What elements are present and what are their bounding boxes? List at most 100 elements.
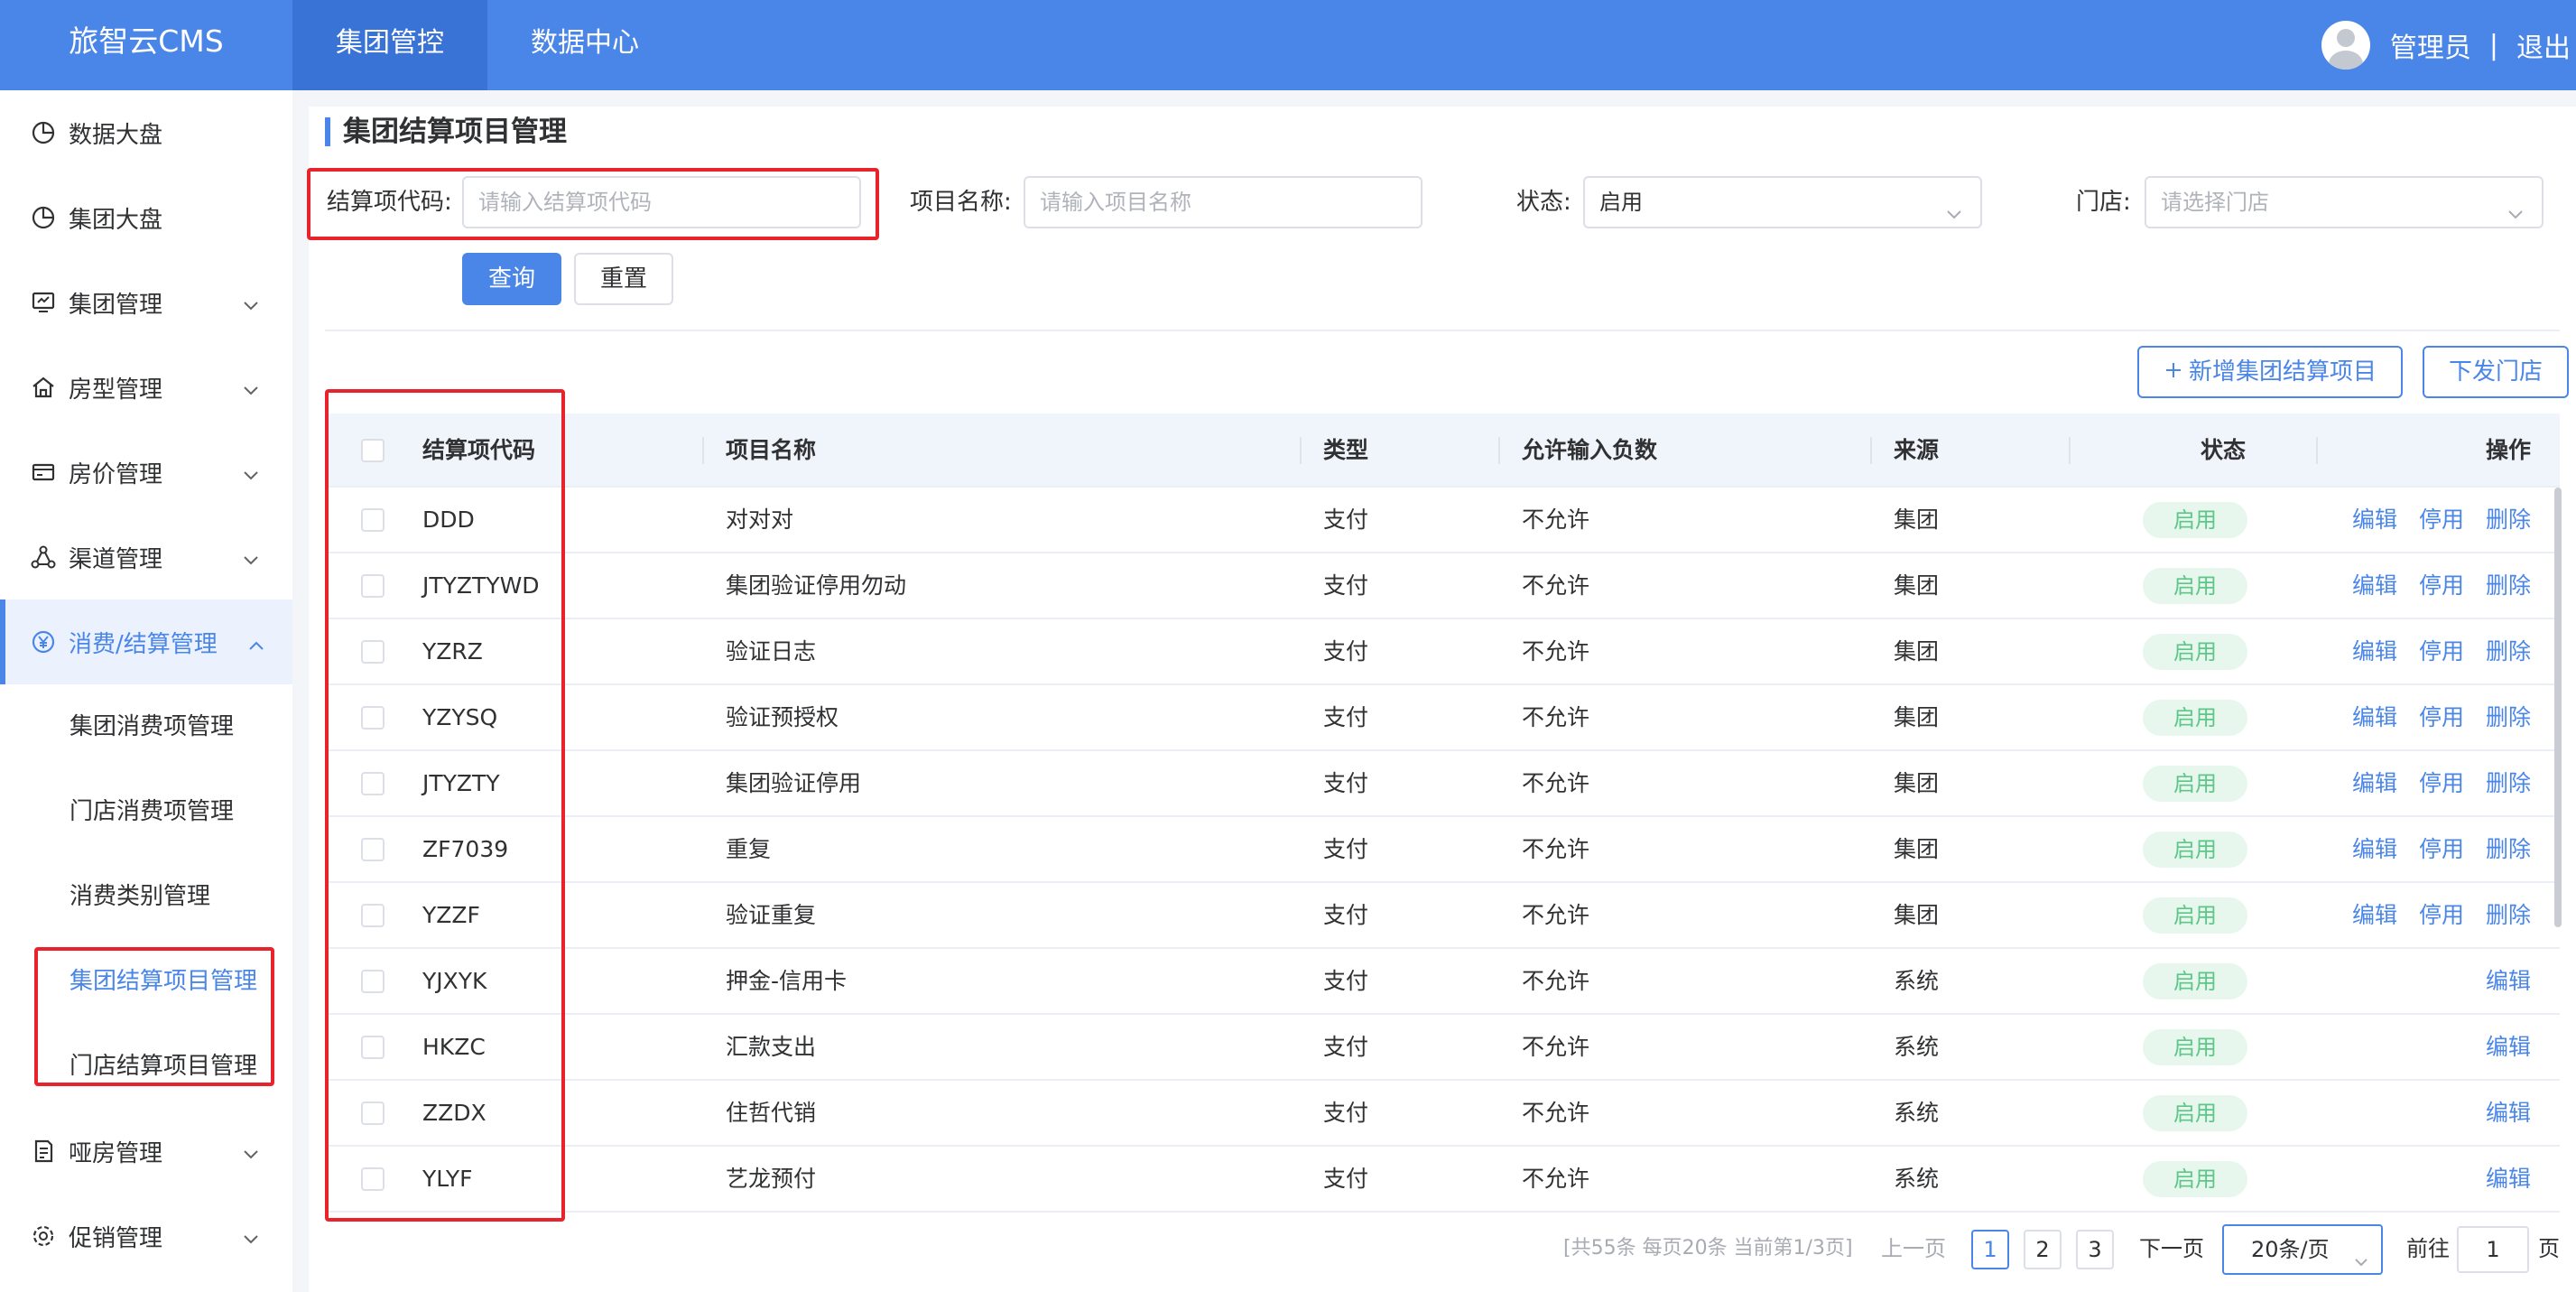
topnav-group-control[interactable]: 集团管控	[292, 0, 487, 90]
table-scrollbar[interactable]	[2554, 488, 2562, 927]
disable-link[interactable]: 停用	[2419, 751, 2464, 815]
chevron-down-icon	[242, 292, 260, 319]
sidebar-item-group-dashboard[interactable]: 集团大盘	[0, 175, 292, 260]
table-row: YJXYK 押金-信用卡 支付 不允许 系统 启用 编辑	[325, 949, 2560, 1015]
sidebar-item-label: 促销管理	[69, 1224, 163, 1252]
add-group-settlement-button[interactable]: 新增集团结算项目	[2137, 346, 2403, 398]
cell-source: 系统	[1894, 1034, 1940, 1060]
sidebar-item-consumption-settlement[interactable]: 消费/结算管理	[0, 600, 292, 684]
cell-negative: 不允许	[1522, 1100, 1590, 1126]
disable-link[interactable]: 停用	[2419, 553, 2464, 618]
disable-link[interactable]: 停用	[2419, 883, 2464, 947]
disable-link[interactable]: 停用	[2419, 817, 2464, 881]
table-row: HKZC 汇款支出 支付 不允许 系统 启用 编辑	[325, 1015, 2560, 1081]
divider	[325, 330, 2560, 331]
sidebar-subitem-consumption-category[interactable]: 消费类别管理	[0, 854, 292, 939]
store-select[interactable]: 请选择门店	[2145, 176, 2544, 228]
sidebar-subitem-store-consumption[interactable]: 门店消费项管理	[0, 769, 292, 854]
delete-link[interactable]: 删除	[2486, 817, 2531, 881]
cell-source: 集团	[1894, 507, 1940, 533]
header-separator	[1300, 437, 1302, 464]
app-logo: 旅智云CMS	[69, 23, 224, 59]
sidebar-item-channel[interactable]: 渠道管理	[0, 515, 292, 600]
edit-link[interactable]: 编辑	[2352, 817, 2397, 881]
cell-source: 集团	[1894, 638, 1940, 665]
page-2-button[interactable]: 2	[2024, 1230, 2062, 1269]
status-select[interactable]: 启用	[1583, 176, 1982, 228]
sidebar-item-room-price[interactable]: 房价管理	[0, 430, 292, 515]
delete-link[interactable]: 删除	[2486, 488, 2531, 552]
delete-link[interactable]: 删除	[2486, 883, 2531, 947]
chevron-down-icon	[242, 1225, 260, 1252]
edit-link[interactable]: 编辑	[2352, 685, 2397, 749]
page-size-select[interactable]: 20条/页	[2222, 1224, 2383, 1275]
disable-link[interactable]: 停用	[2419, 619, 2464, 683]
chevron-down-icon	[242, 461, 260, 488]
edit-link[interactable]: 编辑	[2352, 488, 2397, 552]
highlight-code-filter	[307, 168, 879, 240]
logout-link[interactable]: 退出	[2516, 25, 2571, 65]
cell-source: 集团	[1894, 836, 1940, 862]
cell-name: 验证预授权	[726, 704, 839, 730]
avatar[interactable]	[2321, 21, 2370, 70]
topnav-data-center[interactable]: 数据中心	[487, 0, 682, 90]
delete-link[interactable]: 删除	[2486, 751, 2531, 815]
sidebar-item-label: 房价管理	[69, 460, 163, 488]
sidebar-item-label: 数据大盘	[69, 121, 163, 149]
table-row: YZZF 验证重复 支付 不允许 集团 启用 编辑 停用 删除	[325, 883, 2560, 949]
disable-link[interactable]: 停用	[2419, 685, 2464, 749]
edit-link[interactable]: 编辑	[2352, 553, 2397, 618]
disable-link[interactable]: 停用	[2419, 488, 2464, 552]
sidebar-item-promotion[interactable]: 促销管理	[0, 1194, 292, 1278]
goto-prefix: 前往	[2406, 1236, 2450, 1261]
status-badge: 启用	[2143, 1029, 2247, 1065]
cell-name: 押金-信用卡	[726, 968, 848, 994]
pagination-summary: [共55条 每页20条 当前第1/3页]	[1563, 1237, 1853, 1259]
edit-link[interactable]: 编辑	[2486, 1081, 2531, 1145]
cell-type: 支付	[1323, 1034, 1369, 1060]
prev-page-button[interactable]: 上一页	[1881, 1226, 1946, 1271]
chevron-down-icon	[2352, 1241, 2370, 1287]
table-row: YLYF 艺龙预付 支付 不允许 系统 启用 编辑	[325, 1147, 2560, 1213]
cell-type: 支付	[1323, 1166, 1369, 1192]
sidebar-item-room-type[interactable]: 房型管理	[0, 345, 292, 430]
goto-page-input[interactable]: 1	[2457, 1226, 2529, 1273]
edit-link[interactable]: 编辑	[2486, 1147, 2531, 1211]
page-1-button[interactable]: 1	[1971, 1230, 2009, 1269]
cell-name: 汇款支出	[726, 1034, 817, 1060]
name-input[interactable]: 请输入项目名称	[1024, 176, 1422, 228]
next-page-button[interactable]: 下一页	[2139, 1226, 2204, 1271]
sidebar-subitem-group-consumption[interactable]: 集团消费项管理	[0, 684, 292, 769]
highlight-code-column	[325, 389, 565, 1222]
reset-button[interactable]: 重置	[574, 253, 673, 305]
table-row: JTYZTYWD 集团验证停用勿动 支付 不允许 集团 启用 编辑 停用 删除	[325, 553, 2560, 619]
delete-link[interactable]: 删除	[2486, 619, 2531, 683]
chevron-up-icon	[247, 631, 265, 658]
status-badge: 启用	[2143, 502, 2247, 538]
delete-link[interactable]: 删除	[2486, 553, 2531, 618]
dispatch-store-button[interactable]: 下发门店	[2423, 346, 2569, 398]
delete-link[interactable]: 删除	[2486, 685, 2531, 749]
header-separator	[2316, 437, 2318, 464]
edit-link[interactable]: 编辑	[2486, 1015, 2531, 1079]
user-area: 管理员 | 退出	[2321, 0, 2571, 90]
edit-link[interactable]: 编辑	[2352, 619, 2397, 683]
query-button[interactable]: 查询	[462, 253, 561, 305]
status-badge: 启用	[2143, 1095, 2247, 1131]
sidebar-item-dummy-room[interactable]: 哑房管理	[0, 1109, 292, 1194]
edit-link[interactable]: 编辑	[2352, 751, 2397, 815]
header-separator	[1870, 437, 1872, 464]
status-label: 状态:	[1516, 189, 1571, 216]
sidebar-item-group-management[interactable]: 集团管理	[0, 260, 292, 345]
chevron-down-icon	[2506, 192, 2525, 241]
cell-name: 艺龙预付	[726, 1166, 817, 1192]
edit-link[interactable]: 编辑	[2486, 949, 2531, 1013]
yen-icon	[29, 627, 58, 656]
pie-chart-icon	[29, 118, 58, 147]
user-name[interactable]: 管理员	[2390, 25, 2471, 65]
page-3-button[interactable]: 3	[2076, 1230, 2114, 1269]
sidebar-item-data-dashboard[interactable]: 数据大盘	[0, 90, 292, 175]
top-bar: 旅智云CMS 集团管控 数据中心 管理员 | 退出	[0, 0, 2576, 90]
edit-link[interactable]: 编辑	[2352, 883, 2397, 947]
header-negative: 允许输入负数	[1522, 437, 1658, 463]
